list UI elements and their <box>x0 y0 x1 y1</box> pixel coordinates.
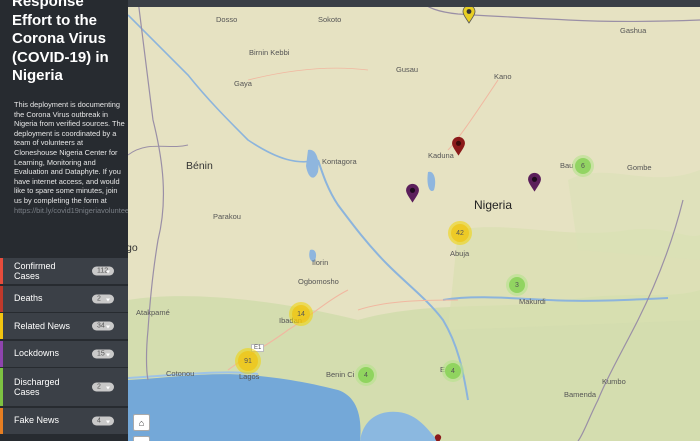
page-title: Response Effort to the Corona Virus (COV… <box>12 0 109 84</box>
category-count-dropdown[interactable]: 112 <box>92 266 114 276</box>
place-cotonou: Cotonou <box>166 369 195 378</box>
category-confirmed-cases[interactable]: Confirmed Cases 112 <box>0 258 128 284</box>
cluster-count: 3 <box>515 281 519 289</box>
place-gombe: Gombe <box>627 163 652 172</box>
category-fake-news[interactable]: Fake News 4 <box>0 407 128 434</box>
place-togo: go <box>128 242 138 254</box>
deployment-description: This deployment is documenting the Coron… <box>14 100 128 215</box>
category-label: Fake News <box>14 415 60 426</box>
cluster-benin-city[interactable]: 4 <box>355 364 377 386</box>
place-gashua: Gashua <box>620 26 647 35</box>
place-atakpame: Atakpamé <box>136 308 170 317</box>
category-count-dropdown[interactable]: 4 <box>92 416 114 425</box>
map-marker-pin-icon[interactable] <box>451 136 466 157</box>
sidebar: Response Effort to the Corona Virus (COV… <box>0 0 128 441</box>
cluster-count: 91 <box>244 357 252 365</box>
cluster-enugu[interactable]: 4 <box>442 360 464 382</box>
place-ogbomosho: Ogbomosho <box>298 277 339 286</box>
category-label: Confirmed Cases <box>14 260 56 282</box>
category-label: Lockdowns <box>14 348 60 359</box>
place-benin-city: Benin Ci <box>326 370 355 379</box>
cluster-count: 4 <box>451 367 455 375</box>
place-benin-country: Bénin <box>186 160 213 172</box>
place-kaduna: Kaduna <box>428 151 454 160</box>
place-gusau: Gusau <box>396 65 419 74</box>
place-sokoto: Sokoto <box>318 15 342 24</box>
category-count-dropdown[interactable]: 2 <box>92 382 114 392</box>
category-lockdowns[interactable]: Lockdowns 15 <box>0 340 128 367</box>
map-marker-pin-icon[interactable] <box>527 172 542 193</box>
description-text: This deployment is documenting the Coron… <box>14 100 125 205</box>
place-abuja: Abuja <box>450 249 470 258</box>
cluster-lagos[interactable]: 91 <box>235 348 261 374</box>
category-deaths[interactable]: Deaths 2 <box>0 285 128 312</box>
category-label: Related News <box>14 320 71 331</box>
cluster-abuja[interactable]: 42 <box>448 221 472 245</box>
category-label: Discharged Cases <box>14 376 60 398</box>
home-icon: ⌂ <box>138 417 145 428</box>
category-label: Deaths <box>14 293 43 304</box>
place-makurdi: Makurdi <box>519 297 546 306</box>
cluster-makurdi[interactable]: 3 <box>506 274 528 296</box>
map-marker-pin-icon[interactable] <box>432 434 444 441</box>
zoom-control-button[interactable] <box>133 436 150 441</box>
cluster-bauchi[interactable]: 6 <box>572 155 594 177</box>
cluster-count: 14 <box>297 310 305 318</box>
cluster-count: 6 <box>581 162 585 170</box>
cluster-count: 4 <box>364 371 368 379</box>
place-parakou: Parakou <box>213 212 241 221</box>
home-button[interactable]: ⌂ <box>133 414 150 431</box>
place-kumbo: Kumbo <box>602 377 626 386</box>
place-birnin-kebbi: Birnin Kebbi <box>249 48 290 57</box>
map-marker-pin-icon[interactable] <box>462 5 476 24</box>
map-canvas[interactable]: Dosso Sokoto Gashua Birnin Kebbi Gaya Gu… <box>128 0 700 441</box>
place-kontagora: Kontagora <box>322 157 357 166</box>
place-gaya: Gaya <box>234 79 252 88</box>
map-header-bar <box>128 0 700 7</box>
place-dosso: Dosso <box>216 15 238 24</box>
map-marker-pin-icon[interactable] <box>405 183 420 204</box>
place-bamenda: Bamenda <box>564 390 597 399</box>
volunteer-link[interactable]: https://bit.ly/covid19nigeriavolunteer <box>14 206 128 215</box>
category-related-news[interactable]: Related News 34 <box>0 313 128 339</box>
cluster-ibadan[interactable]: 14 <box>289 302 313 326</box>
category-discharged-cases[interactable]: Discharged Cases 2 <box>0 368 128 406</box>
category-filter-list: Confirmed Cases 112 Deaths 2 Related New… <box>0 258 128 435</box>
place-kano: Kano <box>494 72 512 81</box>
category-count-dropdown[interactable]: 15 <box>92 349 114 358</box>
place-ilorin: Ilorin <box>312 258 329 267</box>
category-count-dropdown[interactable]: 34 <box>92 321 114 331</box>
category-count-dropdown[interactable]: 2 <box>92 294 114 303</box>
place-nigeria: Nigeria <box>474 198 513 212</box>
cluster-count: 42 <box>456 229 464 237</box>
